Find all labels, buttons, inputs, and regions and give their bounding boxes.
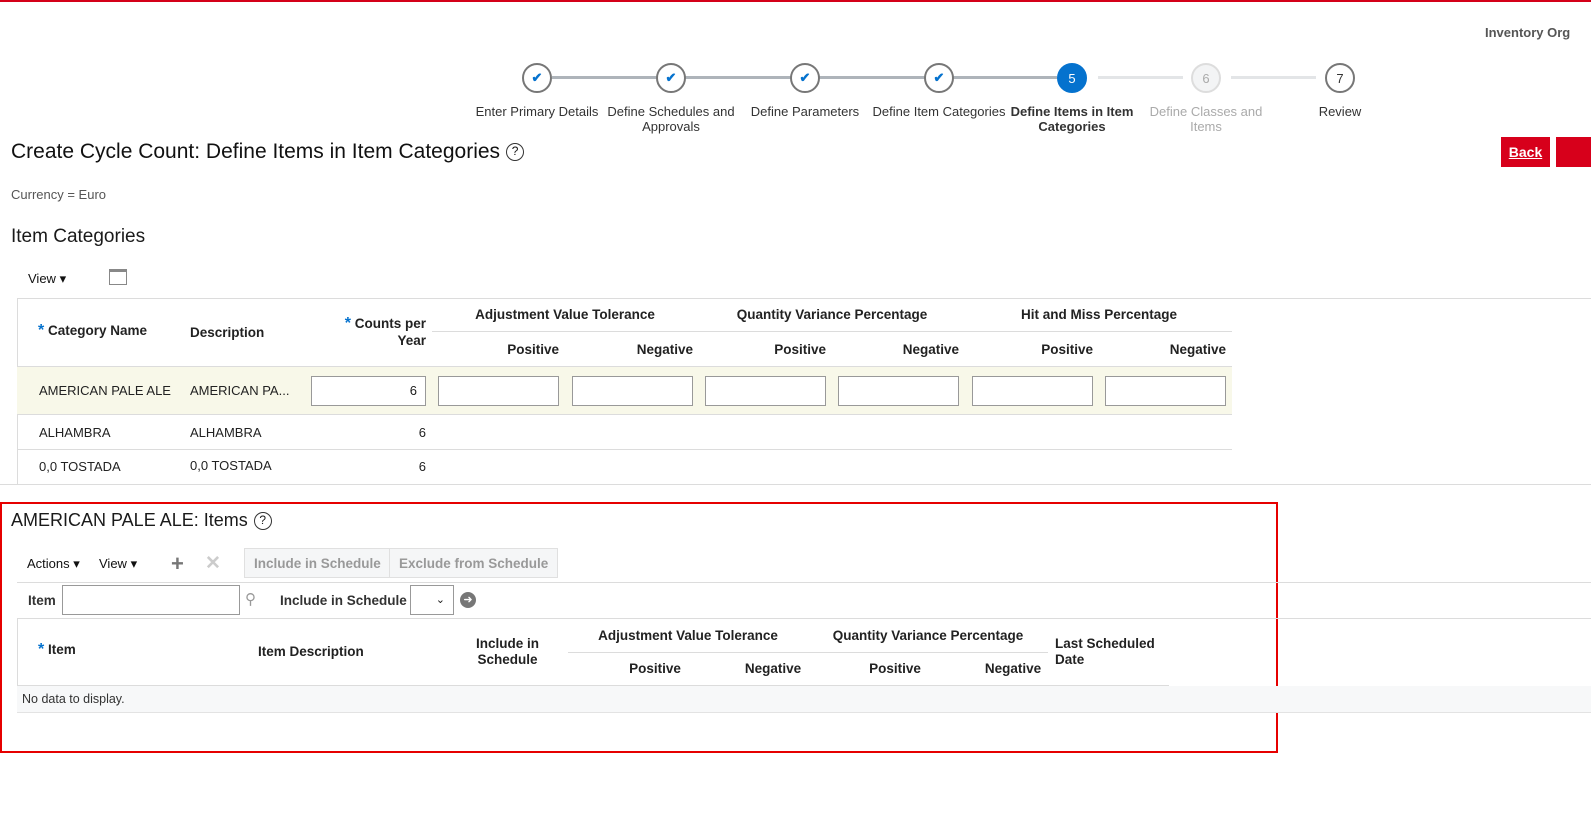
next-button[interactable] — [1556, 137, 1591, 167]
category-counts: 6 — [418, 459, 426, 474]
divider — [17, 414, 1232, 415]
go-arrow-icon[interactable]: ➜ — [460, 592, 476, 608]
col-include-in-schedule: Include in Schedule — [475, 636, 539, 667]
train-step-6: 6 — [1191, 63, 1221, 93]
col-hit-negative: Negative — [1169, 342, 1226, 357]
col-adj-positive: Positive — [629, 661, 681, 676]
divider — [568, 652, 1048, 653]
freeze-columns-icon[interactable] — [109, 269, 127, 285]
no-data-message: No data to display. — [22, 692, 125, 706]
col-item: * Item — [38, 641, 76, 658]
actions-label: Actions — [27, 556, 70, 571]
col-adj-negative: Negative — [636, 342, 693, 357]
divider — [17, 618, 1591, 619]
view-label: View — [28, 271, 56, 286]
category-name[interactable]: ALHAMBRA — [39, 425, 111, 440]
col-counts-per-year: * Counts per Year — [344, 315, 426, 348]
train-label-6: Define Classes and Items — [1149, 104, 1263, 134]
qty-positive-input[interactable] — [705, 376, 826, 406]
currency-label: Currency = Euro — [11, 187, 107, 202]
help-icon[interactable]: ? — [506, 143, 525, 162]
train-step-3-check-icon[interactable]: ✔ — [790, 63, 820, 93]
view-menu[interactable]: View ▾ — [28, 271, 66, 287]
empty-row — [17, 686, 1591, 713]
include-filter-select[interactable]: ⌄ — [410, 585, 454, 615]
divider — [17, 449, 1232, 450]
top-accent-bar — [0, 0, 1591, 2]
page-title: Create Cycle Count: Define Items in Item… — [11, 140, 525, 164]
page-title-text: Create Cycle Count: Define Items in Item… — [11, 140, 501, 163]
train-step-4-check-icon[interactable]: ✔ — [924, 63, 954, 93]
col-group-hit-miss: Hit and Miss Percentage — [1020, 307, 1178, 322]
col-item-description: Item Description — [258, 644, 364, 659]
train-step-2-check-icon[interactable]: ✔ — [656, 63, 686, 93]
include-in-schedule-button: Include in Schedule — [244, 548, 391, 578]
qty-negative-input[interactable] — [838, 376, 959, 406]
add-icon[interactable]: + — [171, 551, 184, 577]
category-name: AMERICAN PALE ALE — [39, 383, 171, 398]
train-connector — [1231, 76, 1316, 79]
col-category-name: * Category Name — [38, 322, 148, 339]
inventory-org-label: Inventory Org — [1485, 25, 1571, 40]
adj-negative-input[interactable] — [572, 376, 693, 406]
exclude-from-schedule-button: Exclude from Schedule — [389, 548, 559, 578]
divider — [0, 484, 1591, 485]
train-step-7[interactable]: 7 — [1325, 63, 1355, 93]
train-label-2[interactable]: Define Schedules and Approvals — [601, 104, 741, 134]
help-icon[interactable]: ? — [253, 512, 272, 531]
include-filter-label: Include in Schedule — [280, 593, 407, 608]
item-filter-input[interactable] — [62, 585, 240, 615]
train-label-1[interactable]: Enter Primary Details — [467, 104, 607, 119]
delete-icon: ✕ — [205, 553, 221, 574]
divider — [17, 298, 1591, 299]
hit-negative-input[interactable] — [1105, 376, 1226, 406]
search-icon[interactable]: ⚲ — [245, 590, 256, 608]
category-description: ALHAMBRA — [190, 425, 262, 440]
category-description: AMERICAN PA... — [190, 383, 290, 398]
train-step-1-check-icon[interactable]: ✔ — [522, 63, 552, 93]
train-step-5[interactable]: 5 — [1057, 63, 1087, 93]
train-label-7[interactable]: Review — [1270, 104, 1410, 119]
col-adj-positive: Positive — [507, 342, 559, 357]
train-connector — [1098, 76, 1183, 79]
hit-positive-input[interactable] — [972, 376, 1093, 406]
col-qty-positive: Positive — [869, 661, 921, 676]
item-filter-label: Item — [28, 593, 56, 608]
col-last-scheduled-date: Last Scheduled Date — [1055, 636, 1155, 667]
col-qty-positive: Positive — [774, 342, 826, 357]
back-button[interactable]: Back — [1501, 137, 1550, 167]
col-adj-negative: Negative — [744, 661, 802, 676]
col-group-adjustment: Adjustment Value Tolerance — [475, 307, 655, 322]
col-qty-negative: Negative — [902, 342, 959, 357]
category-name[interactable]: 0,0 TOSTADA — [39, 459, 121, 474]
items-heading: AMERICAN PALE ALE: Items? — [11, 510, 272, 531]
col-group-quantity: Quantity Variance Percentage — [736, 307, 928, 322]
view-label: View — [99, 556, 127, 571]
counts-per-year-input[interactable]: 6 — [311, 376, 426, 406]
divider — [432, 331, 1232, 332]
train-label-5: Define Items in Item Categories — [1010, 104, 1134, 134]
train-label-4[interactable]: Define Item Categories — [869, 104, 1009, 119]
actions-menu[interactable]: Actions ▾ — [27, 556, 80, 572]
divider — [17, 582, 1591, 583]
adj-positive-input[interactable] — [438, 376, 559, 406]
item-categories-heading: Item Categories — [11, 226, 146, 247]
train-label-3[interactable]: Define Parameters — [735, 104, 875, 119]
col-group-adjustment: Adjustment Value Tolerance — [598, 628, 778, 643]
col-qty-negative: Negative — [984, 661, 1042, 676]
col-hit-positive: Positive — [1041, 342, 1093, 357]
view-menu[interactable]: View ▾ — [99, 556, 137, 572]
category-counts: 6 — [418, 425, 426, 440]
col-group-quantity: Quantity Variance Percentage — [832, 628, 1024, 643]
col-description: Description — [190, 325, 265, 340]
category-description: 0,0 TOSTADA — [190, 458, 272, 473]
